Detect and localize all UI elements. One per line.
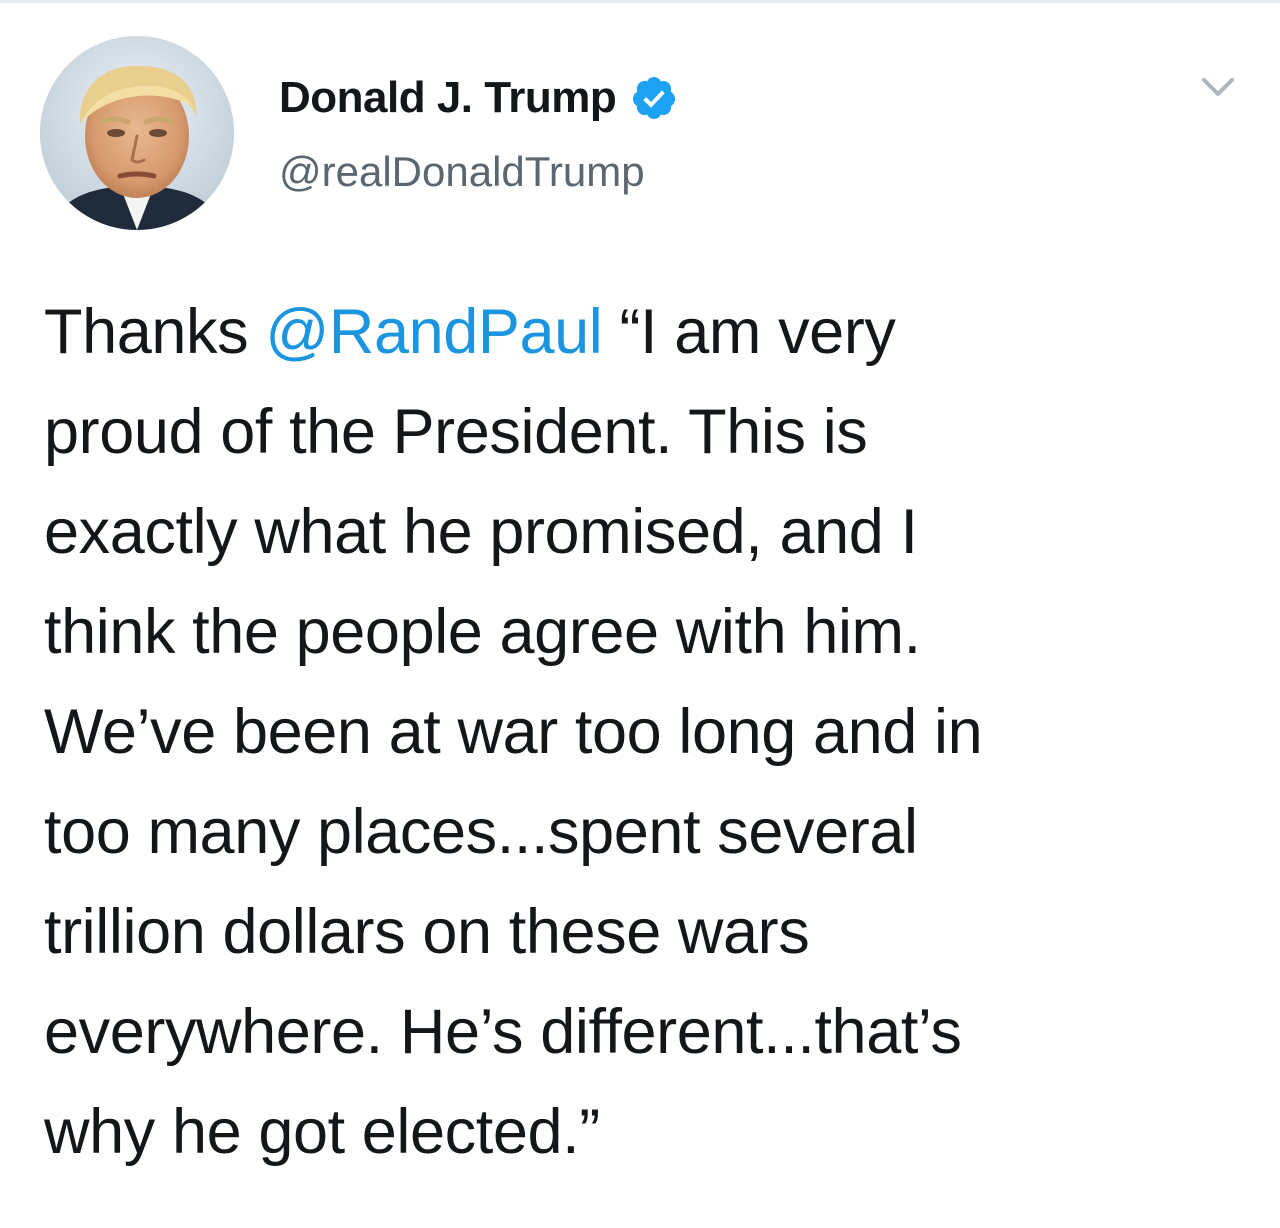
author-handle[interactable]: @realDonaldTrump xyxy=(279,144,645,200)
chevron-down-icon[interactable] xyxy=(1196,70,1240,106)
author-name-text[interactable]: Donald J. Trump xyxy=(279,70,617,126)
avatar[interactable] xyxy=(40,36,234,230)
tweet-text-before: Thanks xyxy=(44,297,266,367)
tweet-text-after: “I am very proud of the President. This … xyxy=(44,297,983,1167)
author-name[interactable]: Donald J. Trump xyxy=(279,70,678,126)
mention-link[interactable]: @RandPaul xyxy=(265,297,602,367)
verified-badge-icon xyxy=(633,77,676,119)
tweet-text: Thanks @RandPaul “I am very proud of the… xyxy=(44,282,1244,1182)
avatar-photo xyxy=(40,36,234,230)
tweet-card: Donald J. Trump @realDonaldTrump Thanks … xyxy=(0,0,1280,1228)
